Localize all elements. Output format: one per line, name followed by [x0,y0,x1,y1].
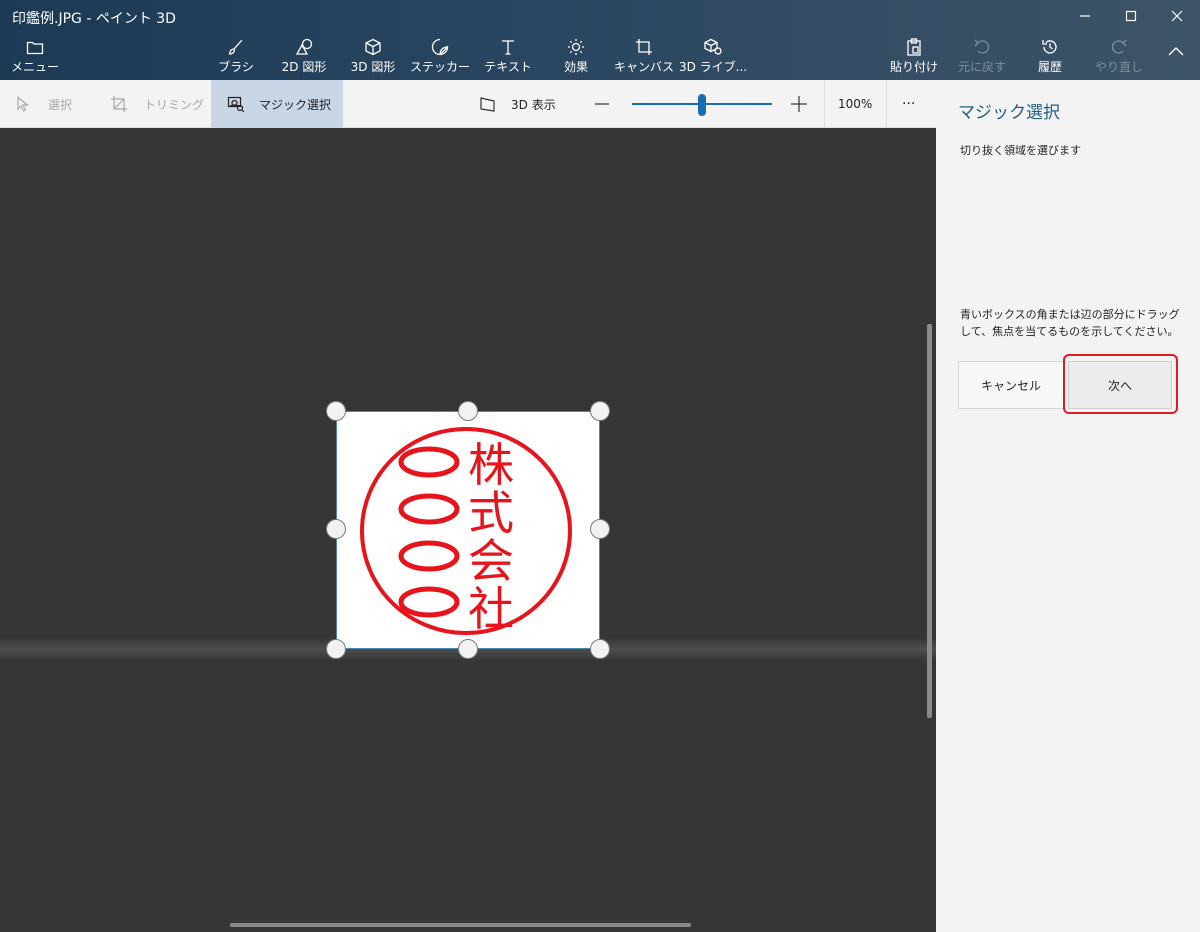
tool-label: 3D 図形 [350,60,396,74]
paste-label: 貼り付け [890,60,939,74]
trim-tool[interactable]: トリミング [110,80,210,128]
canvas-icon [636,39,652,55]
resize-handle-right[interactable] [590,519,610,539]
panel-title: マジック選択 [958,103,1060,123]
redo-icon [1111,39,1127,54]
paste-button[interactable]: 貼り付け [890,36,938,80]
panel-subtitle: 切り抜く領域を選びます [960,144,1081,157]
view-3d-label: 3D 表示 [511,97,556,112]
tool-canvas[interactable]: キャンバス [614,36,675,80]
menu-button[interactable]: メニュー [11,36,60,80]
close-icon [1171,10,1183,22]
tool-label: キャンバス [614,60,675,74]
effects-sun-icon [568,39,584,55]
seal-stamp-image: 株 式 会 社 [360,427,572,636]
zoom-slider[interactable] [632,80,772,128]
svg-text:社: 社 [468,582,514,636]
tool-effects[interactable]: 効果 [556,36,596,80]
tool-text[interactable]: テキスト [484,36,532,80]
next-button-highlight [1063,354,1178,414]
menu-label: メニュー [11,60,60,74]
sub-toolbar: 選択 トリミング マジック選択 3D 表示 100% ··· [0,80,936,128]
resize-handle-bottom-right[interactable] [590,639,610,659]
3d-view-icon [480,97,495,112]
undo-button[interactable]: 元に戻す [957,36,1007,80]
tool-label: 3D ライブ... [678,60,748,74]
divider [824,80,825,128]
tool-label: ブラシ [218,60,254,74]
ribbon: 印鑑例.JPG - ペイント 3D メニュー ブラシ 2D 図形 3D 図形 ス… [0,0,1200,80]
resize-handle-top-left[interactable] [326,401,346,421]
horizontal-scrollbar[interactable] [230,923,691,927]
selected-image[interactable]: 株 式 会 社 [336,411,600,649]
svg-text:会: 会 [468,534,514,588]
tool-2d-shapes[interactable]: 2D 図形 [276,36,332,80]
undo-label: 元に戻す [957,60,1006,74]
vertical-scrollbar[interactable] [927,324,932,718]
zoom-in-button[interactable] [790,80,810,128]
minimize-icon [1080,15,1090,17]
svg-text:株: 株 [468,438,514,492]
cancel-button[interactable]: キャンセル [958,361,1064,409]
divider [886,80,887,128]
zoom-slider-thumb[interactable] [698,94,706,116]
window-title: 印鑑例.JPG - ペイント 3D [12,11,176,27]
history-icon [1042,40,1057,54]
tool-stickers[interactable]: ステッカー [410,36,470,80]
select-label: 選択 [48,97,73,112]
maximize-button[interactable] [1108,0,1154,32]
tool-label: 2D 図形 [281,60,327,74]
minus-icon [595,103,609,105]
side-panel: マジック選択 切り抜く領域を選びます 青いボックスの角または辺の部分にドラッグし… [936,80,1200,932]
redo-label: やり直し [1095,60,1144,74]
chevron-up-icon [1168,47,1184,56]
plus-icon [791,96,807,112]
text-icon [502,40,514,55]
redo-button[interactable]: やり直し [1095,36,1144,80]
history-button[interactable]: 履歴 [1030,36,1070,80]
canvas-area[interactable]: 株 式 会 社 [0,128,936,932]
magic-select-label: マジック選択 [259,97,332,112]
tool-3d-library[interactable]: 3D ライブ... [679,36,747,80]
tool-brushes[interactable]: ブラシ [216,36,256,80]
2d-shapes-icon [295,38,313,55]
magic-select-tool[interactable]: マジック選択 [211,80,343,128]
trim-label: トリミング [144,97,205,112]
more-options-button[interactable]: ··· [902,80,922,128]
tool-label: ステッカー [410,60,471,74]
magic-select-icon [227,96,245,112]
history-label: 履歴 [1037,60,1062,74]
close-button[interactable] [1154,0,1200,32]
resize-handle-left[interactable] [326,519,346,539]
resize-handle-top[interactable] [458,401,478,421]
panel-instructions: 青いボックスの角または辺の部分にドラッグして、焦点を当てるものを示してください。 [960,308,1180,338]
paste-clipboard-icon [907,38,921,56]
undo-icon [974,39,990,54]
3d-cube-icon [365,38,381,56]
tool-label: 効果 [563,60,588,74]
tool-label: テキスト [484,60,532,74]
zoom-percent[interactable]: 100% [838,80,882,128]
crop-icon [111,96,127,112]
folder-icon [26,41,44,55]
resize-handle-bottom[interactable] [458,639,478,659]
select-tool[interactable]: 選択 [14,80,94,128]
brush-icon [228,39,243,55]
3d-library-icon [704,38,722,55]
minimize-button[interactable] [1062,0,1108,32]
maximize-icon [1125,10,1137,22]
sticker-icon [431,38,449,56]
svg-text:式: 式 [468,486,514,540]
tool-3d-shapes[interactable]: 3D 図形 [344,36,402,80]
view-3d-toggle[interactable]: 3D 表示 [478,80,568,128]
select-cursor-icon [17,96,30,112]
resize-handle-top-right[interactable] [590,401,610,421]
zoom-out-button[interactable] [594,80,614,128]
resize-handle-bottom-left[interactable] [326,639,346,659]
